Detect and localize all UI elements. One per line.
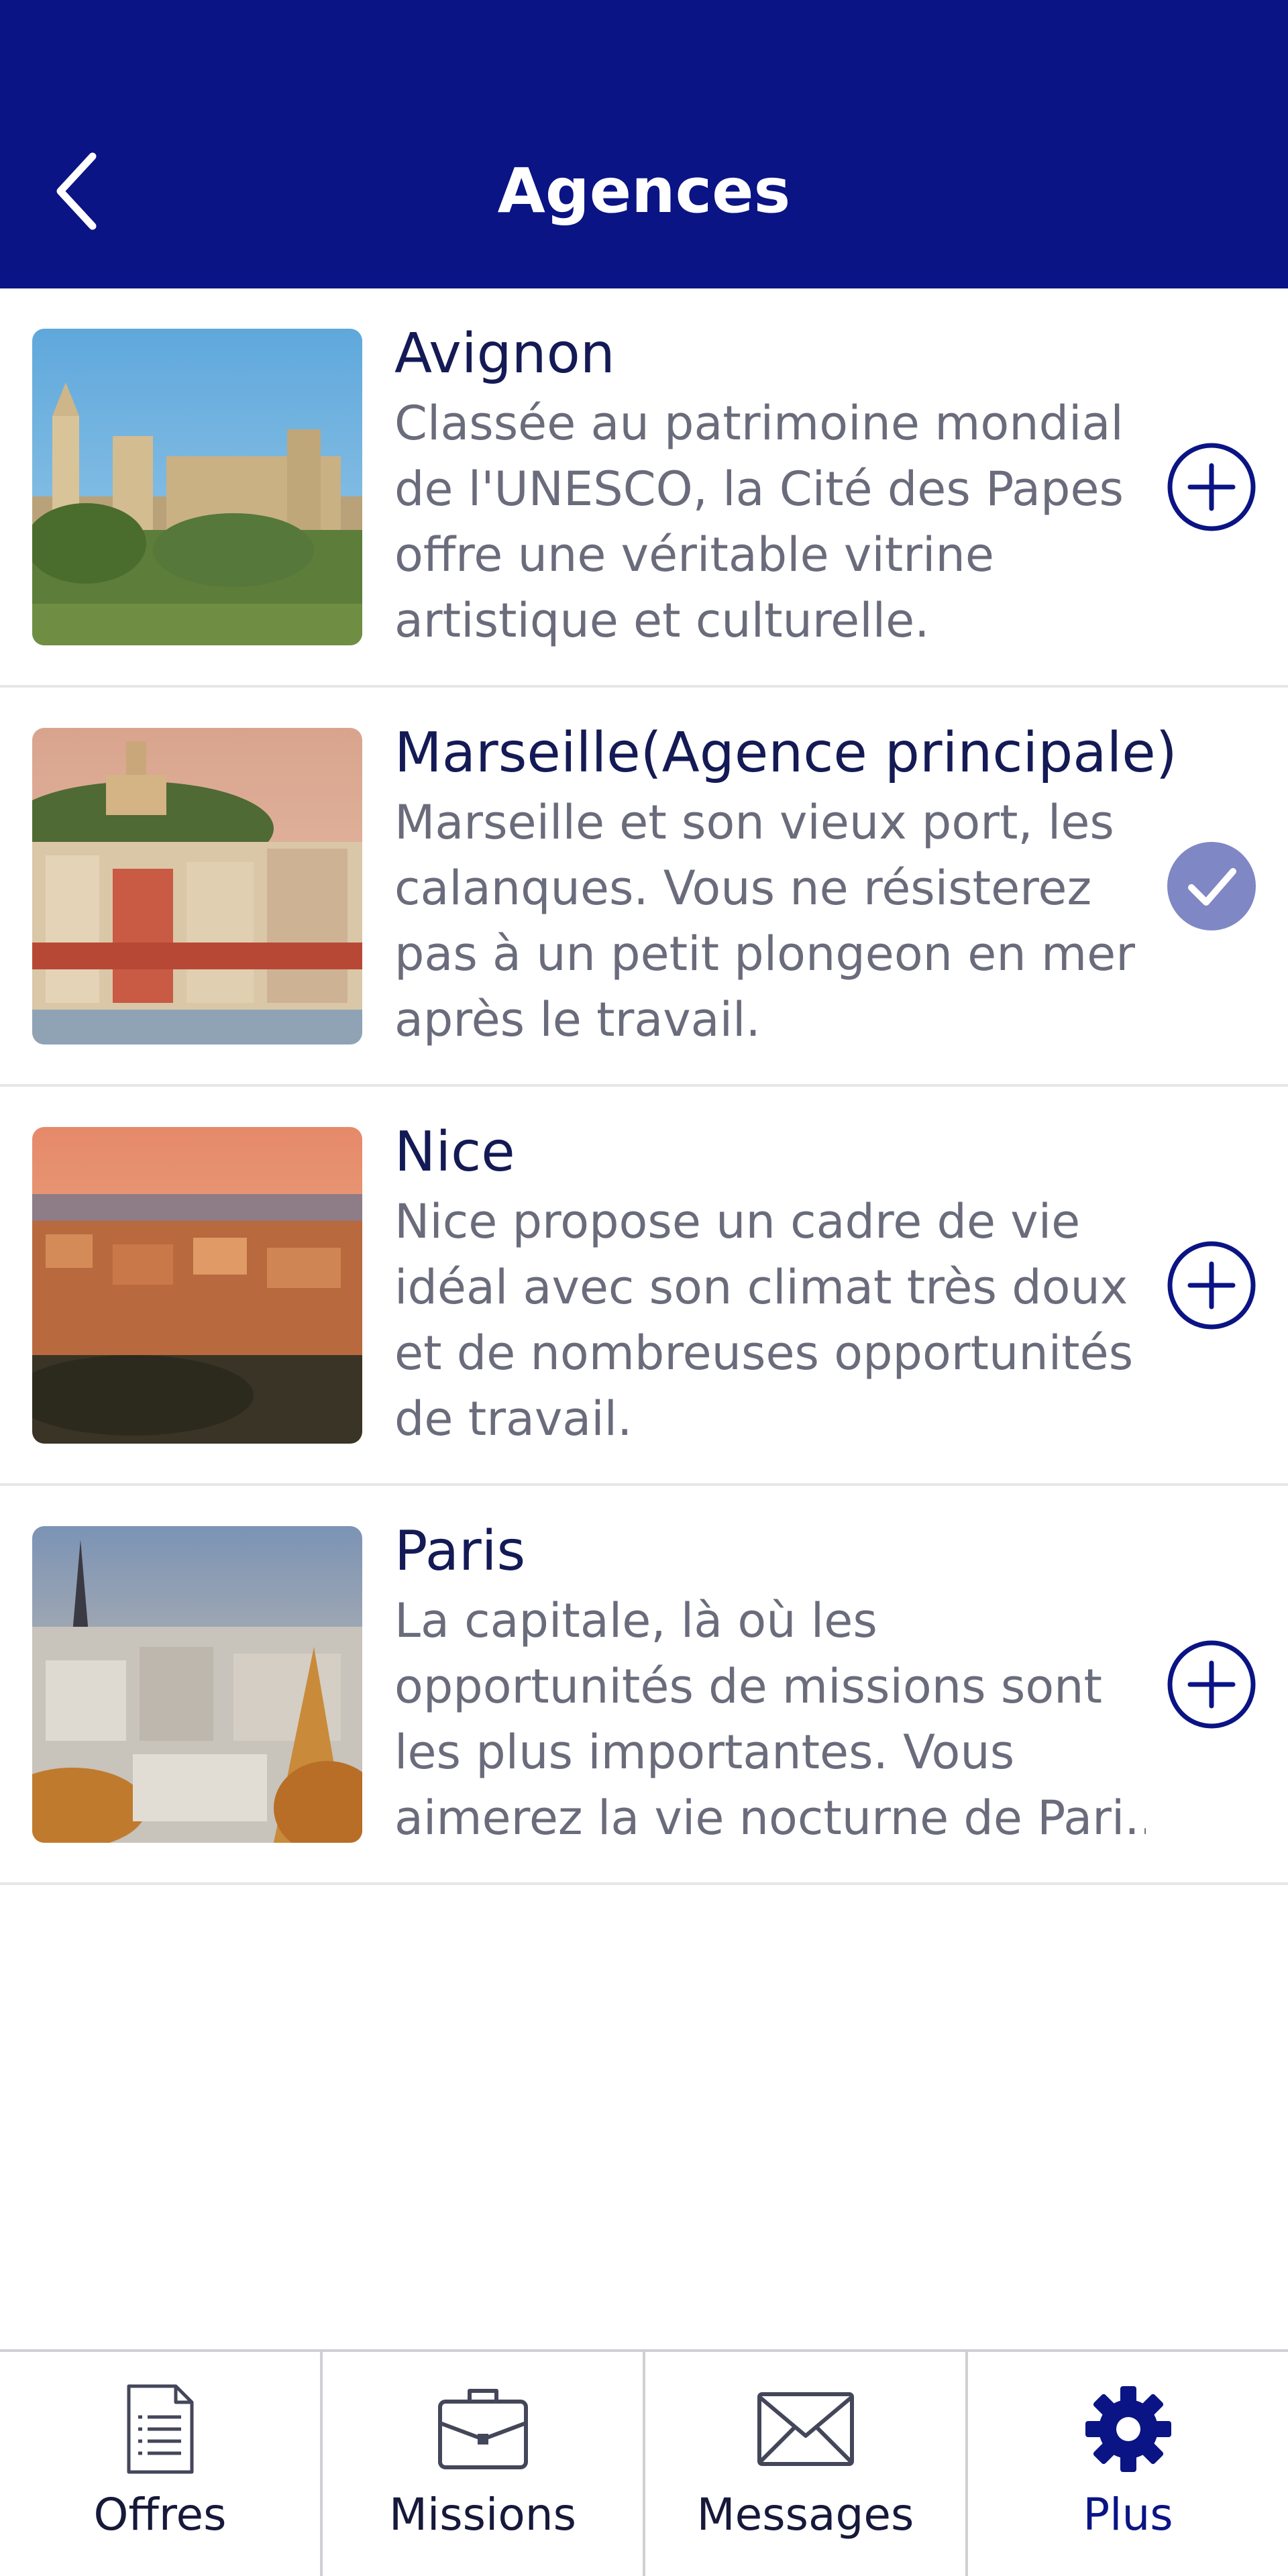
description-line: Marseille et son vieux port, les: [394, 795, 1114, 850]
agency-row-avignon[interactable]: Avignon Classée au patrimoine mondial de…: [0, 288, 1288, 688]
agency-description: Marseille et son vieux port, les calanqu…: [394, 790, 1146, 1053]
description-line: La capitale, là où les: [394, 1593, 877, 1648]
tab-label: Messages: [696, 2489, 914, 2540]
add-agency-button[interactable]: [1166, 441, 1257, 533]
description-line: de l'UNESCO, la Cité des Papes: [394, 462, 1124, 517]
selected-agency-indicator[interactable]: [1166, 841, 1257, 932]
agency-info: Marseille(Agence principale) Marseille e…: [394, 717, 1177, 1053]
briefcase-icon: [437, 2389, 528, 2469]
agency-name: Marseille(Agence principale): [394, 721, 1177, 785]
document-icon: [127, 2384, 193, 2474]
plus-circle-icon: [1167, 1241, 1256, 1330]
agency-info: Paris La capitale, là où les opportunité…: [394, 1515, 1146, 1851]
description-line: les plus importantes. Vous: [394, 1725, 1015, 1780]
description-line: Classée au patrimoine mondial: [394, 396, 1124, 451]
gear-icon: [1085, 2386, 1171, 2472]
tab-offres[interactable]: Offres: [0, 2352, 323, 2576]
page-title: Agences: [497, 155, 791, 227]
description-line: Nice propose un cadre de vie: [394, 1194, 1081, 1249]
tab-label: Missions: [389, 2489, 576, 2540]
agency-photo-paris: [32, 1526, 362, 1843]
add-agency-button[interactable]: [1166, 1240, 1257, 1331]
description-line: calanques. Vous ne résisterez: [394, 861, 1092, 916]
agency-info: Avignon Classée au patrimoine mondial de…: [394, 318, 1146, 653]
agency-name: Nice: [394, 1120, 515, 1184]
agency-description: La capitale, là où les opportunités de m…: [394, 1588, 1146, 1851]
description-line: aimerez la vie nocturne de Pari...: [394, 1790, 1146, 1845]
agency-name: Avignon: [394, 322, 615, 386]
tab-missions[interactable]: Missions: [323, 2352, 645, 2576]
agency-row-nice[interactable]: Nice Nice propose un cadre de vie idéal …: [0, 1087, 1288, 1486]
description-line: et de nombreuses opportunités: [394, 1326, 1134, 1381]
tab-plus[interactable]: Plus: [968, 2352, 1288, 2576]
description-line: offre une véritable vitrine: [394, 527, 994, 582]
description-line: idéal avec son climat très doux: [394, 1260, 1128, 1315]
description-line: artistique et culturelle.: [394, 593, 930, 648]
description-line: opportunités de missions sont: [394, 1659, 1102, 1714]
plus-circle-icon: [1167, 443, 1256, 531]
agency-photo-avignon: [32, 329, 362, 645]
check-circle-icon: [1167, 842, 1256, 930]
app-screen: Agences Avignon Classée au patrimoine mo…: [0, 0, 1288, 2576]
agency-name: Paris: [394, 1519, 526, 1583]
tab-label: Offres: [93, 2489, 227, 2540]
agency-description: Classée au patrimoine mondial de l'UNESC…: [394, 390, 1146, 653]
add-agency-button[interactable]: [1166, 1639, 1257, 1730]
description-line: de travail.: [394, 1391, 633, 1446]
agency-row-marseille[interactable]: Marseille(Agence principale) Marseille e…: [0, 688, 1288, 1087]
bottom-tab-bar: Offres Missions Messages Plus: [0, 2349, 1288, 2576]
envelope-icon: [757, 2392, 854, 2466]
agency-info: Nice Nice propose un cadre de vie idéal …: [394, 1116, 1146, 1452]
agency-row-paris[interactable]: Paris La capitale, là où les opportunité…: [0, 1486, 1288, 1885]
agency-photo-nice: [32, 1127, 362, 1444]
agency-list: Avignon Classée au patrimoine mondial de…: [0, 288, 1288, 1885]
tab-label: Plus: [1083, 2489, 1173, 2540]
agency-photo-marseille: [32, 728, 362, 1044]
tab-messages[interactable]: Messages: [645, 2352, 968, 2576]
plus-circle-icon: [1167, 1640, 1256, 1729]
description-line: pas à un petit plongeon en mer: [394, 926, 1136, 981]
agency-description: Nice propose un cadre de vie idéal avec …: [394, 1189, 1146, 1452]
navigation-header: Agences: [0, 0, 1288, 288]
description-line: après le travail.: [394, 992, 761, 1047]
